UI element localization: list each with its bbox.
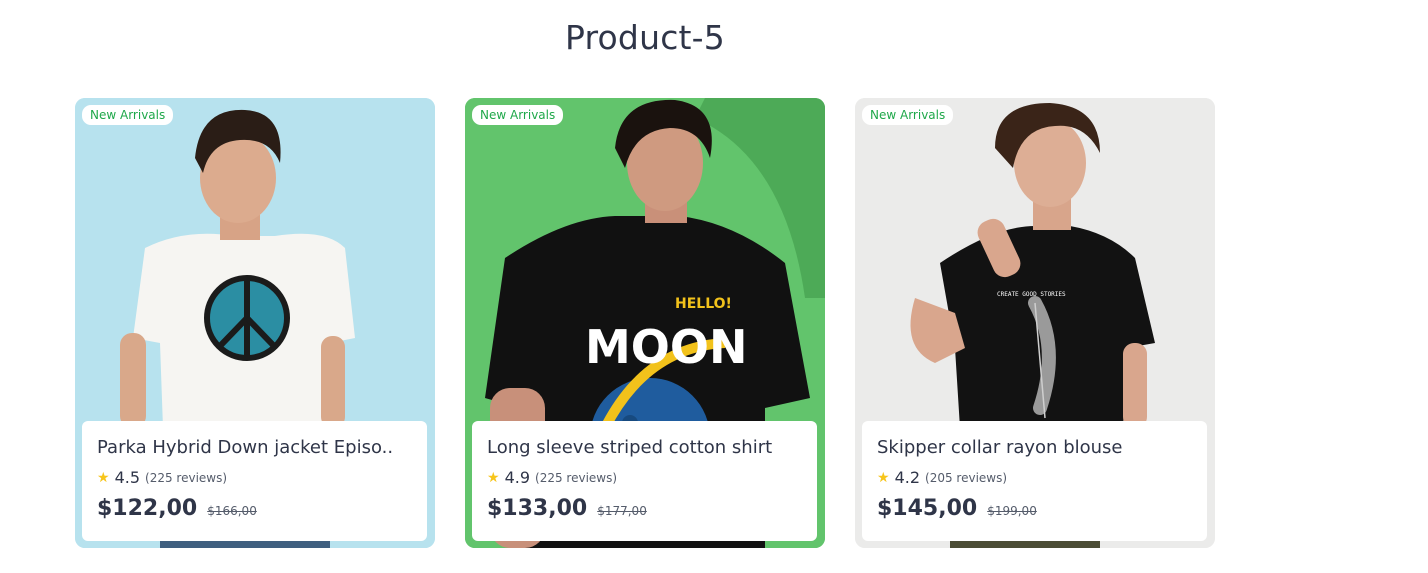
product-name[interactable]: Skipper collar rayon blouse bbox=[877, 437, 1192, 458]
page-title: Product-5 bbox=[564, 18, 725, 57]
svg-text:HELLO!: HELLO! bbox=[675, 296, 732, 312]
product-name[interactable]: Long sleeve striped cotton shirt bbox=[487, 437, 802, 458]
product-rating: ★ 4.9 (225 reviews) bbox=[487, 468, 802, 487]
new-arrivals-badge: New Arrivals bbox=[82, 105, 174, 125]
product-info: Skipper collar rayon blouse ★ 4.2 (205 r… bbox=[862, 421, 1207, 541]
product-card[interactable]: New Arrivals Parka Hybrid Down jacket Ep… bbox=[75, 98, 435, 548]
product-prices: $145,00 $199,00 bbox=[877, 496, 1192, 521]
new-arrivals-badge: New Arrivals bbox=[472, 105, 564, 125]
product-prices: $122,00 $166,00 bbox=[97, 496, 412, 521]
rating-value: 4.5 bbox=[114, 468, 141, 487]
current-price: $133,00 bbox=[487, 496, 588, 521]
product-grid: New Arrivals Parka Hybrid Down jacket Ep… bbox=[75, 98, 1215, 548]
product-rating: ★ 4.5 (225 reviews) bbox=[97, 468, 412, 487]
product-info: Long sleeve striped cotton shirt ★ 4.9 (… bbox=[472, 421, 817, 541]
rating-value: 4.2 bbox=[894, 468, 921, 487]
rating-value: 4.9 bbox=[504, 468, 531, 487]
review-count: (205 reviews) bbox=[925, 470, 1008, 485]
svg-text:MOON: MOON bbox=[585, 320, 747, 374]
product-rating: ★ 4.2 (205 reviews) bbox=[877, 468, 1192, 487]
svg-text:CREATE GOOD STORIES: CREATE GOOD STORIES bbox=[997, 291, 1066, 298]
star-icon: ★ bbox=[97, 469, 110, 486]
current-price: $122,00 bbox=[97, 496, 198, 521]
review-count: (225 reviews) bbox=[535, 470, 618, 485]
new-arrivals-badge: New Arrivals bbox=[862, 105, 954, 125]
original-price: $177,00 bbox=[597, 504, 647, 518]
product-prices: $133,00 $177,00 bbox=[487, 496, 802, 521]
product-card[interactable]: CREATE GOOD STORIES New Arrivals Skipper… bbox=[855, 98, 1215, 548]
star-icon: ★ bbox=[877, 469, 890, 486]
product-info: Parka Hybrid Down jacket Episo.. ★ 4.5 (… bbox=[82, 421, 427, 541]
current-price: $145,00 bbox=[877, 496, 978, 521]
original-price: $199,00 bbox=[987, 504, 1037, 518]
product-card[interactable]: MOON HELLO! New Arrivals Long sleeve str… bbox=[465, 98, 825, 548]
original-price: $166,00 bbox=[207, 504, 257, 518]
review-count: (225 reviews) bbox=[145, 470, 228, 485]
star-icon: ★ bbox=[487, 469, 500, 486]
product-name[interactable]: Parka Hybrid Down jacket Episo.. bbox=[97, 437, 412, 458]
